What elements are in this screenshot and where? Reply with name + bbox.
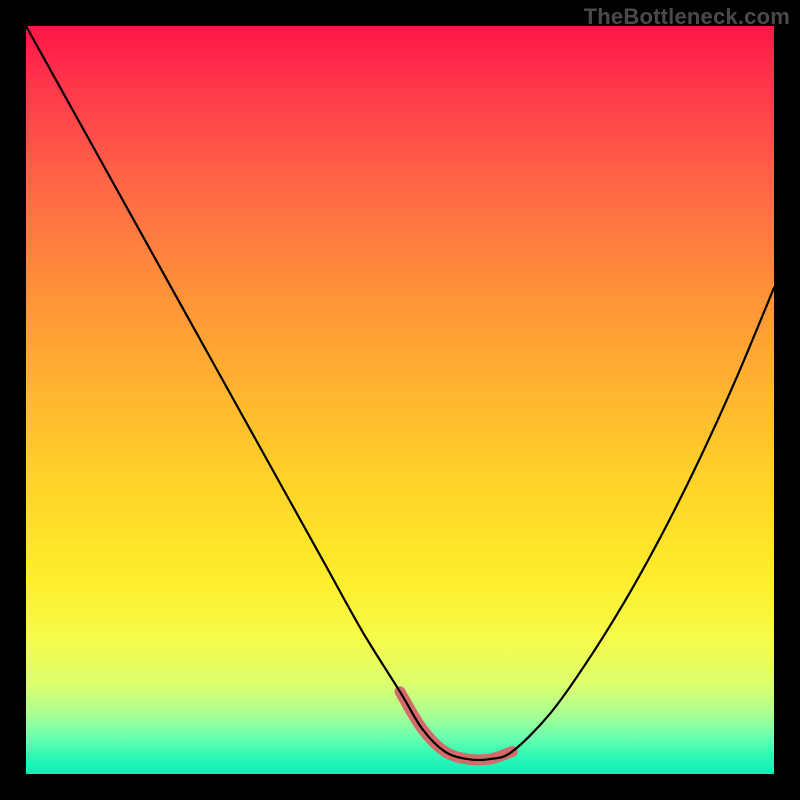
bottleneck-highlight — [400, 692, 512, 760]
chart-frame: TheBottleneck.com — [0, 0, 800, 800]
bottleneck-curve — [26, 26, 774, 760]
plot-area — [26, 26, 774, 774]
watermark-text: TheBottleneck.com — [584, 4, 790, 30]
curve-layer — [26, 26, 774, 774]
